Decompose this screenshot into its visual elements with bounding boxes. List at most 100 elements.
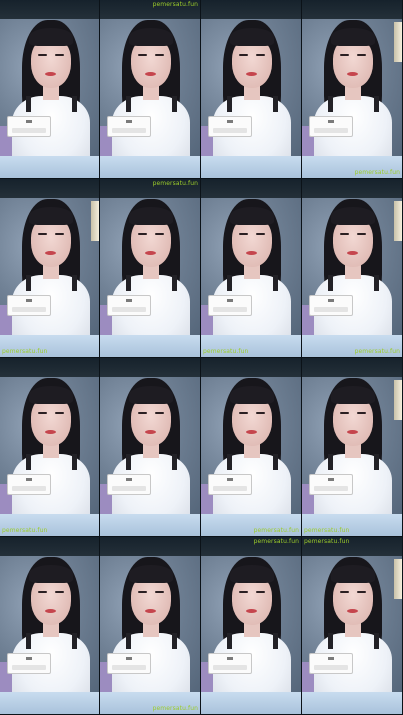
person-eye-left <box>138 591 147 593</box>
video-frame-13 <box>0 537 100 715</box>
overlay-popup <box>208 295 252 316</box>
person-neck <box>244 265 260 279</box>
person-strap-right <box>72 633 77 649</box>
person-neck <box>244 444 260 458</box>
contact-sheet-grid: pemersatu.fun pemersatu.fun pemersatu.fun p… <box>0 0 403 715</box>
person-neck <box>143 623 159 637</box>
person-bangs <box>29 28 73 46</box>
person-strap-right <box>172 454 177 470</box>
popup-button[interactable] <box>12 486 46 491</box>
person-bangs <box>230 207 274 225</box>
video-frame-5: pemersatu.fun <box>0 179 100 358</box>
popup-text-line <box>328 657 334 660</box>
video-frame-16: pemersatu.fun <box>302 537 403 715</box>
frame-window <box>394 201 402 241</box>
popup-text-line <box>126 299 132 302</box>
person-eye-left <box>239 233 248 235</box>
person-strap-right <box>374 275 379 291</box>
popup-button[interactable] <box>314 665 348 670</box>
frame-bottom-bar <box>100 335 200 357</box>
popup-text-line <box>26 657 32 660</box>
person-strap-right <box>172 633 177 649</box>
popup-button[interactable] <box>213 665 247 670</box>
person-lips <box>145 251 156 255</box>
person-neck <box>43 623 59 637</box>
frame-window <box>91 201 99 241</box>
popup-button[interactable] <box>112 486 146 491</box>
person-lips <box>145 609 156 613</box>
video-frame-12: pemersatu.fun <box>302 358 403 537</box>
person-eye-left <box>340 54 349 56</box>
person-bangs <box>129 565 173 583</box>
popup-button[interactable] <box>213 307 247 312</box>
person-bangs <box>331 565 375 583</box>
person-bangs <box>230 565 274 583</box>
person-eye-left <box>340 412 349 414</box>
person-eye-left <box>38 233 47 235</box>
popup-button[interactable] <box>12 128 46 133</box>
person-strap-left <box>227 96 232 112</box>
watermark-text: pemersatu.fun <box>2 348 48 355</box>
person-bangs <box>230 28 274 46</box>
video-frame-15: pemersatu.fun <box>201 537 302 715</box>
person-lips <box>347 72 358 76</box>
person-neck <box>143 444 159 458</box>
popup-button[interactable] <box>314 128 348 133</box>
watermark-text: pemersatu.fun <box>354 169 400 176</box>
person-eye-right <box>155 54 164 56</box>
frame-bottom-bar <box>302 692 402 714</box>
person-eye-right <box>256 412 265 414</box>
popup-button[interactable] <box>112 128 146 133</box>
person-eye-left <box>239 412 248 414</box>
popup-button[interactable] <box>213 486 247 491</box>
frame-top-bar <box>100 358 200 377</box>
person-strap-right <box>72 96 77 112</box>
person-eye-right <box>55 233 64 235</box>
person-strap-right <box>273 454 278 470</box>
watermark-text: pemersatu.fun <box>354 348 400 355</box>
frame-top-bar <box>0 358 99 377</box>
video-frame-14: pemersatu.fun <box>100 537 201 715</box>
person-eye-right <box>55 54 64 56</box>
person-strap-left <box>328 454 333 470</box>
frame-top-bar <box>302 358 402 377</box>
person-eye-left <box>38 54 47 56</box>
person-bangs <box>129 386 173 404</box>
person-strap-right <box>72 454 77 470</box>
popup-button[interactable] <box>112 307 146 312</box>
popup-button[interactable] <box>314 486 348 491</box>
frame-window <box>394 22 402 62</box>
person-eye-left <box>239 54 248 56</box>
person-strap-left <box>227 454 232 470</box>
watermark-text: pemersatu.fun <box>304 527 350 534</box>
person-eye-right <box>256 54 265 56</box>
popup-button[interactable] <box>12 307 46 312</box>
person-bangs <box>29 386 73 404</box>
watermark-text: pemersatu.fun <box>152 180 198 187</box>
popup-button[interactable] <box>314 307 348 312</box>
person-lips <box>246 72 257 76</box>
person-eye-right <box>357 412 366 414</box>
person-strap-left <box>26 275 31 291</box>
person-eye-right <box>357 54 366 56</box>
overlay-popup <box>107 474 151 495</box>
person-eye-right <box>155 412 164 414</box>
popup-button[interactable] <box>112 665 146 670</box>
popup-button[interactable] <box>213 128 247 133</box>
person-neck <box>244 86 260 100</box>
person-eye-left <box>138 412 147 414</box>
person-neck <box>345 444 361 458</box>
person-strap-right <box>273 633 278 649</box>
person-strap-right <box>374 454 379 470</box>
frame-bottom-bar <box>0 692 99 714</box>
frame-bottom-bar <box>201 156 301 178</box>
person-strap-right <box>273 96 278 112</box>
watermark-text: pemersatu.fun <box>304 538 350 545</box>
popup-button[interactable] <box>12 665 46 670</box>
person-eye-right <box>256 591 265 593</box>
overlay-popup <box>7 295 51 316</box>
video-frame-1 <box>0 0 100 179</box>
overlay-popup <box>107 653 151 674</box>
overlay-popup <box>208 116 252 137</box>
person-strap-left <box>227 633 232 649</box>
